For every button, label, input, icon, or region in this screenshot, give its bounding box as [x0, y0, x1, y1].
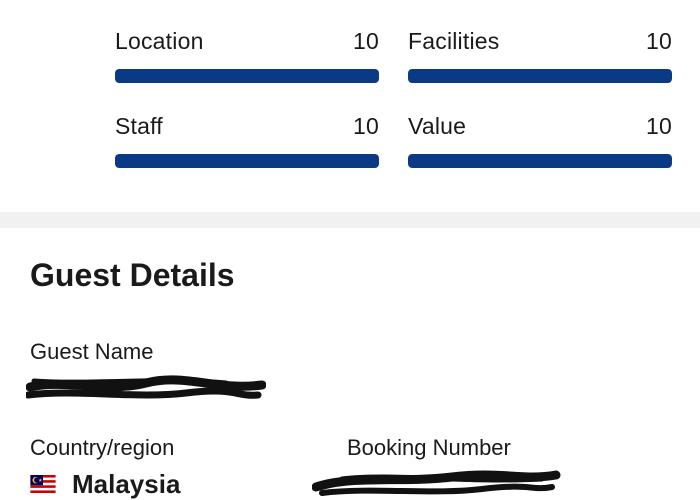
score-value: 10	[646, 113, 672, 139]
score-bar-fill	[115, 69, 379, 83]
redacted-booking-number	[312, 470, 561, 496]
score-value: 10	[646, 28, 672, 54]
review-scores-section: Location 10 Facilities 10 Staff 10 Value…	[0, 0, 700, 212]
score-staff: Staff 10	[115, 112, 379, 168]
score-label: Location	[115, 28, 204, 54]
score-label: Staff	[115, 113, 163, 139]
score-bar	[115, 154, 379, 168]
score-label: Value	[408, 113, 467, 139]
country-region-value: Malaysia	[30, 469, 180, 499]
score-bar	[115, 69, 379, 83]
score-facilities: Facilities 10	[408, 27, 672, 83]
section-title: Guest Details	[30, 257, 235, 293]
country-region-label: Country/region	[30, 435, 175, 460]
score-location: Location 10	[115, 27, 379, 83]
redacted-guest-name	[26, 375, 266, 399]
guest-name-label: Guest Name	[30, 339, 154, 364]
score-value: 10	[353, 113, 379, 139]
guest-details-section: Guest Details Guest Name Country/region …	[0, 228, 700, 500]
score-label: Facilities	[408, 28, 500, 54]
section-divider	[0, 212, 700, 228]
malaysia-flag-icon	[30, 475, 56, 493]
score-bar-fill	[408, 69, 672, 83]
booking-details-page: Location 10 Facilities 10 Staff 10 Value…	[0, 0, 700, 500]
score-value-for-money: Value 10	[408, 112, 672, 168]
booking-number-label: Booking Number	[347, 435, 511, 460]
score-bar	[408, 154, 672, 168]
country-name: Malaysia	[72, 469, 181, 499]
score-bar-fill	[115, 154, 379, 168]
score-bar	[408, 69, 672, 83]
score-value: 10	[353, 28, 379, 54]
score-bar-fill	[408, 154, 672, 168]
